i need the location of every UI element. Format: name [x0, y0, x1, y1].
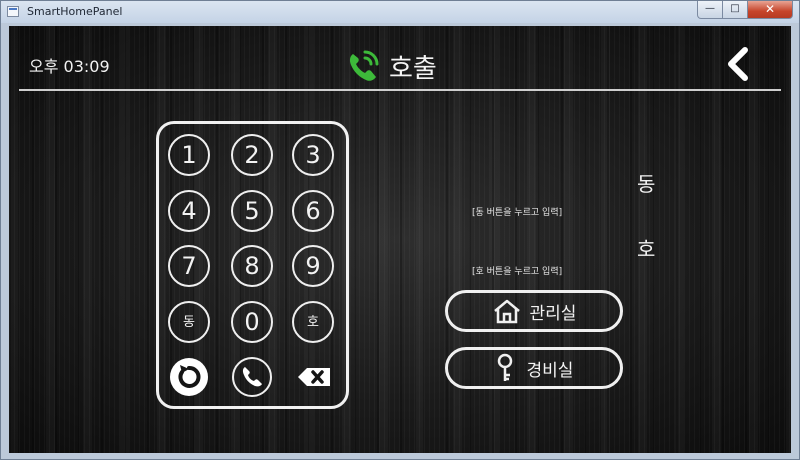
keypad: 1 2 3 4 5 6 7 8 9 동 0 호	[156, 121, 349, 409]
key-4[interactable]: 4	[168, 190, 210, 232]
key-2[interactable]: 2	[231, 134, 273, 176]
ho-hint: [호 버튼을 누르고 입력]	[472, 267, 563, 277]
call-button[interactable]	[231, 356, 273, 398]
app-icon	[7, 6, 19, 17]
window-controls: — □ ✕	[697, 1, 793, 19]
reset-button[interactable]	[168, 356, 210, 398]
maximize-button[interactable]: □	[723, 1, 748, 19]
clock-text: 오후 03:09	[29, 57, 110, 76]
office-button[interactable]: 관리실	[445, 290, 623, 332]
key-7[interactable]: 7	[168, 245, 210, 287]
key-6[interactable]: 6	[292, 190, 334, 232]
call-panel: 오후 03:09 호출 1 2 3 4 5 6 7 8 9 동 0 호 동 [동…	[9, 26, 791, 453]
security-button[interactable]: 경비실	[445, 347, 623, 389]
window-title: SmartHomePanel	[27, 5, 123, 18]
key-dong[interactable]: 동	[168, 301, 210, 343]
minimize-button[interactable]: —	[697, 1, 723, 19]
back-button[interactable]	[719, 46, 759, 82]
app-window: SmartHomePanel — □ ✕ 오후 03:09 호출 1 2 3 4…	[0, 0, 800, 460]
title-bar[interactable]: SmartHomePanel — □ ✕	[1, 1, 799, 23]
key-0[interactable]: 0	[231, 301, 273, 343]
key-3[interactable]: 3	[292, 134, 334, 176]
key-icon	[497, 353, 512, 381]
phone-call-icon	[349, 50, 379, 81]
dong-label[interactable]: 동	[637, 168, 655, 197]
key-ho[interactable]: 호	[292, 301, 334, 343]
page-title-text: 호출	[389, 53, 437, 84]
ho-label[interactable]: 호	[637, 233, 655, 262]
close-window-button[interactable]: ✕	[748, 1, 793, 19]
key-9[interactable]: 9	[292, 245, 334, 287]
backspace-button[interactable]	[292, 356, 334, 398]
key-5[interactable]: 5	[231, 190, 273, 232]
office-button-label: 관리실	[529, 303, 577, 324]
page-title: 호출	[343, 46, 437, 86]
security-button-label: 경비실	[526, 360, 574, 381]
house-icon	[493, 299, 520, 324]
key-8[interactable]: 8	[231, 245, 273, 287]
dong-hint: [동 버튼을 누르고 입력]	[472, 208, 563, 218]
header-divider	[19, 89, 781, 91]
key-1[interactable]: 1	[168, 134, 210, 176]
